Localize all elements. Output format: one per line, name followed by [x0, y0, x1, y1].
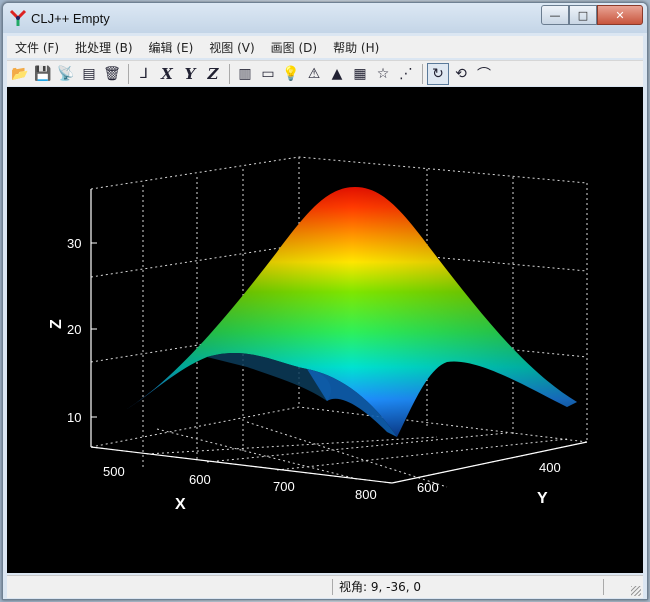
light-icon[interactable]: 💡 — [280, 63, 302, 85]
z-tick-label: 30 — [67, 236, 81, 251]
caption-buttons: — □ ✕ — [541, 5, 643, 25]
menu-edit[interactable]: 编辑 (E) — [141, 39, 202, 56]
star-icon[interactable]: ☆ — [372, 63, 394, 85]
toolbar-separator — [128, 63, 129, 84]
label-icon[interactable]: ▭ — [257, 63, 279, 85]
y-tick-label: 400 — [539, 460, 561, 475]
x-axis-label: X — [175, 496, 186, 513]
window-title: CLJ++ Empty — [31, 11, 110, 26]
toolbar: 📂 💾 📡 ▤ 🗑 ⅃ X Y Z ▥ ▭ 💡 ⚠ ▲ ▦ ☆ ⋰ ↻ ⟲ ⌒ — [7, 60, 643, 86]
app-window: CLJ++ Empty — □ ✕ 文件 (F) 批处理 (B) 编辑 (E) … — [2, 2, 648, 600]
arc-icon[interactable]: ⌒ — [473, 63, 495, 85]
y-tick-label: 600 — [417, 480, 439, 495]
menu-view[interactable]: 视图 (V) — [201, 39, 262, 56]
z-tick-labels: 30 20 10 — [67, 236, 81, 425]
z-tick-marks — [91, 242, 97, 418]
z-axis-label: Z — [48, 319, 65, 329]
maximize-button[interactable]: □ — [569, 5, 597, 25]
axes-icon[interactable]: ⅃ — [133, 63, 155, 85]
toolbar-separator — [229, 63, 230, 84]
view-angle-status: 视角: 9, -36, 0 — [332, 579, 604, 595]
toolbar-separator — [422, 63, 423, 84]
rotate-icon[interactable]: ↻ — [427, 62, 449, 85]
menu-bar: 文件 (F) 批处理 (B) 编辑 (E) 视图 (V) 画图 (D) 帮助 (… — [7, 36, 643, 58]
menu-help[interactable]: 帮助 (H) — [325, 39, 387, 56]
x-tick-label: 700 — [273, 479, 295, 494]
surface-icon[interactable]: ▲ — [326, 63, 348, 85]
y-axis-icon[interactable]: Y — [179, 63, 201, 85]
cube-rotate-icon[interactable]: ⟲ — [450, 63, 472, 85]
x-tick-labels: 500 600 700 800 — [103, 464, 377, 502]
x-tick-label: 500 — [103, 464, 125, 479]
title-bar[interactable]: CLJ++ Empty — □ ✕ — [3, 3, 647, 33]
z-tick-label: 10 — [67, 410, 81, 425]
save-icon[interactable]: 💾 — [32, 63, 54, 85]
antenna-icon[interactable]: 📡 — [55, 63, 77, 85]
status-bar: 视角: 9, -36, 0 — [7, 575, 643, 598]
plot-area[interactable]: 30 20 10 Z 500 600 700 800 X 600 400 Y — [7, 87, 643, 573]
trash-icon[interactable]: 🗑 — [101, 63, 123, 85]
close-button[interactable]: ✕ — [597, 5, 643, 25]
x-tick-label: 800 — [355, 487, 377, 502]
y-axis-label: Y — [537, 490, 548, 507]
resize-grip-icon[interactable] — [631, 586, 641, 596]
menu-batch[interactable]: 批处理 (B) — [67, 39, 140, 56]
x-axis-icon[interactable]: X — [156, 63, 178, 85]
x-tick-label: 600 — [189, 472, 211, 487]
surface-plot[interactable]: 30 20 10 Z 500 600 700 800 X 600 400 Y — [7, 87, 643, 573]
menu-draw[interactable]: 画图 (D) — [263, 39, 325, 56]
colormap-icon[interactable]: ▦ — [349, 63, 371, 85]
z-tick-label: 20 — [67, 322, 81, 337]
open-icon[interactable]: 📂 — [9, 63, 31, 85]
document-icon[interactable]: ▤ — [78, 63, 100, 85]
minimize-button[interactable]: — — [541, 5, 569, 25]
surface-mesh — [127, 187, 577, 437]
scatter-icon[interactable]: ⋰ — [395, 63, 417, 85]
wireframe-icon[interactable]: ⚠ — [303, 63, 325, 85]
menu-file[interactable]: 文件 (F) — [7, 39, 67, 56]
app-logo-icon — [9, 9, 27, 26]
colorbar-icon[interactable]: ▥ — [234, 63, 256, 85]
z-axis-icon[interactable]: Z — [202, 63, 224, 85]
